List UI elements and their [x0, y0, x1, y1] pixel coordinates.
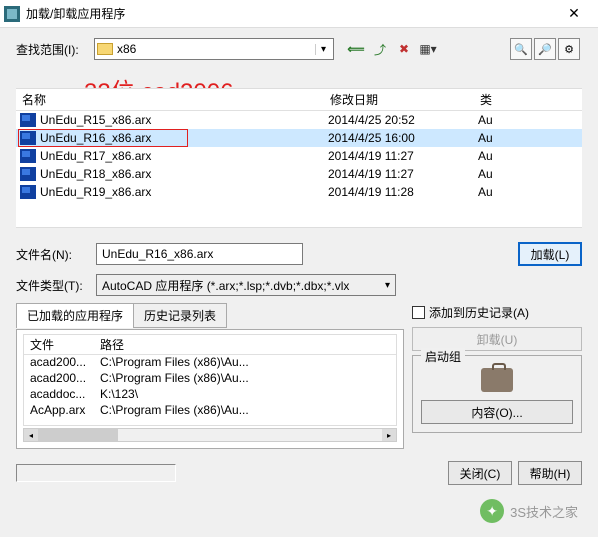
loaded-path: C:\Program Files (x86)\Au...: [94, 403, 396, 419]
loaded-row[interactable]: acad200...C:\Program Files (x86)\Au...: [24, 355, 396, 371]
startup-group: 启动组 内容(O)...: [412, 355, 582, 433]
loaded-file: AcApp.arx: [24, 403, 94, 419]
filename-input[interactable]: [96, 243, 303, 265]
tool-zoom-button[interactable]: 🔎: [534, 38, 556, 60]
status-bar: [16, 464, 176, 482]
file-icon: [20, 149, 36, 163]
lookin-label: 查找范围(I):: [16, 41, 86, 58]
file-type: Au: [478, 113, 578, 127]
app-icon: [4, 6, 20, 22]
watermark: ✦ 3S技术之家: [480, 499, 578, 523]
chevron-down-icon[interactable]: ▾: [315, 44, 331, 55]
file-row[interactable]: UnEdu_R17_x86.arx2014/4/19 11:27Au: [16, 147, 582, 165]
tool-find-button[interactable]: 🔍: [510, 38, 532, 60]
filetype-label: 文件类型(T):: [16, 277, 86, 294]
scroll-thumb[interactable]: [38, 429, 118, 441]
loaded-path: K:\123\: [94, 387, 396, 403]
file-icon: [20, 131, 36, 145]
loaded-row[interactable]: acaddoc...K:\123\: [24, 387, 396, 403]
add-history-checkbox[interactable]: [412, 306, 425, 319]
filename-label: 文件名(N):: [16, 246, 86, 263]
file-name: UnEdu_R19_x86.arx: [40, 185, 328, 199]
col-date[interactable]: 修改日期: [324, 91, 474, 108]
file-type: Au: [478, 185, 578, 199]
nav-back-icon[interactable]: ⟸: [346, 39, 366, 59]
col-type[interactable]: 类: [474, 91, 582, 108]
file-row[interactable]: UnEdu_R19_x86.arx2014/4/19 11:28Au: [16, 183, 582, 201]
scrollbar-horizontal[interactable]: ◂ ▸: [23, 428, 397, 442]
file-type: Au: [478, 167, 578, 181]
load-button[interactable]: 加载(L): [518, 242, 582, 266]
startup-label: 启动组: [421, 348, 465, 365]
loaded-path: C:\Program Files (x86)\Au...: [94, 355, 396, 371]
filetype-combo[interactable]: AutoCAD 应用程序 (*.arx;*.lsp;*.dvb;*.dbx;*.…: [96, 274, 396, 296]
content-button[interactable]: 内容(O)...: [421, 400, 573, 424]
scroll-left-icon[interactable]: ◂: [24, 429, 38, 441]
loaded-col-file[interactable]: 文件: [24, 336, 94, 353]
file-name: UnEdu_R16_x86.arx: [40, 131, 328, 145]
file-row[interactable]: UnEdu_R18_x86.arx2014/4/19 11:27Au: [16, 165, 582, 183]
file-row[interactable]: UnEdu_R15_x86.arx2014/4/25 20:52Au: [16, 111, 582, 129]
tab-loaded[interactable]: 已加载的应用程序: [16, 303, 134, 328]
loaded-file: acaddoc...: [24, 387, 94, 403]
loaded-row[interactable]: AcApp.arxC:\Program Files (x86)\Au...: [24, 403, 396, 419]
close-dialog-button[interactable]: 关闭(C): [448, 461, 512, 485]
file-icon: [20, 167, 36, 181]
loaded-file: acad200...: [24, 355, 94, 371]
toolbar-right: 🔍 🔎 ⚙: [510, 38, 580, 60]
loaded-apps-panel: 文件 路径 acad200...C:\Program Files (x86)\A…: [16, 329, 404, 449]
file-date: 2014/4/19 11:28: [328, 185, 478, 199]
col-name[interactable]: 名称: [16, 91, 324, 108]
file-list-header: 名称 修改日期 类: [16, 89, 582, 111]
help-button[interactable]: 帮助(H): [518, 461, 582, 485]
filetype-value: AutoCAD 应用程序 (*.arx;*.lsp;*.dvb;*.dbx;*.…: [102, 277, 349, 294]
wechat-icon: ✦: [480, 499, 504, 523]
chevron-down-icon: ▾: [385, 280, 390, 291]
file-date: 2014/4/25 16:00: [328, 131, 478, 145]
loaded-row[interactable]: acad200...C:\Program Files (x86)\Au...: [24, 371, 396, 387]
file-icon: [20, 185, 36, 199]
window-title: 加载/卸载应用程序: [26, 5, 554, 22]
nav-delete-icon[interactable]: ✖: [394, 39, 414, 59]
lookin-value: x86: [117, 42, 136, 56]
file-row[interactable]: UnEdu_R16_x86.arx2014/4/25 16:00Au: [16, 129, 582, 147]
file-list: 名称 修改日期 类 UnEdu_R15_x86.arx2014/4/25 20:…: [16, 88, 582, 228]
folder-icon: [97, 43, 113, 55]
file-name: UnEdu_R15_x86.arx: [40, 113, 328, 127]
close-button[interactable]: ✕: [554, 5, 594, 22]
loaded-file: acad200...: [24, 371, 94, 387]
briefcase-icon: [481, 368, 513, 392]
file-type: Au: [478, 149, 578, 163]
file-name: UnEdu_R17_x86.arx: [40, 149, 328, 163]
file-name: UnEdu_R18_x86.arx: [40, 167, 328, 181]
loaded-path: C:\Program Files (x86)\Au...: [94, 371, 396, 387]
tab-history[interactable]: 历史记录列表: [133, 303, 227, 328]
loaded-col-path[interactable]: 路径: [94, 336, 396, 353]
nav-up-icon[interactable]: ⤴: [370, 39, 390, 59]
file-type: Au: [478, 131, 578, 145]
scroll-right-icon[interactable]: ▸: [382, 429, 396, 441]
nav-views-icon[interactable]: ▦▾: [418, 39, 438, 59]
watermark-text: 3S技术之家: [510, 502, 578, 521]
file-date: 2014/4/25 20:52: [328, 113, 478, 127]
file-date: 2014/4/19 11:27: [328, 149, 478, 163]
file-date: 2014/4/19 11:27: [328, 167, 478, 181]
file-icon: [20, 113, 36, 127]
add-history-label: 添加到历史记录(A): [429, 304, 529, 321]
titlebar: 加载/卸载应用程序 ✕: [0, 0, 598, 28]
lookin-combo[interactable]: x86 ▾: [94, 38, 334, 60]
tool-options-button[interactable]: ⚙: [558, 38, 580, 60]
